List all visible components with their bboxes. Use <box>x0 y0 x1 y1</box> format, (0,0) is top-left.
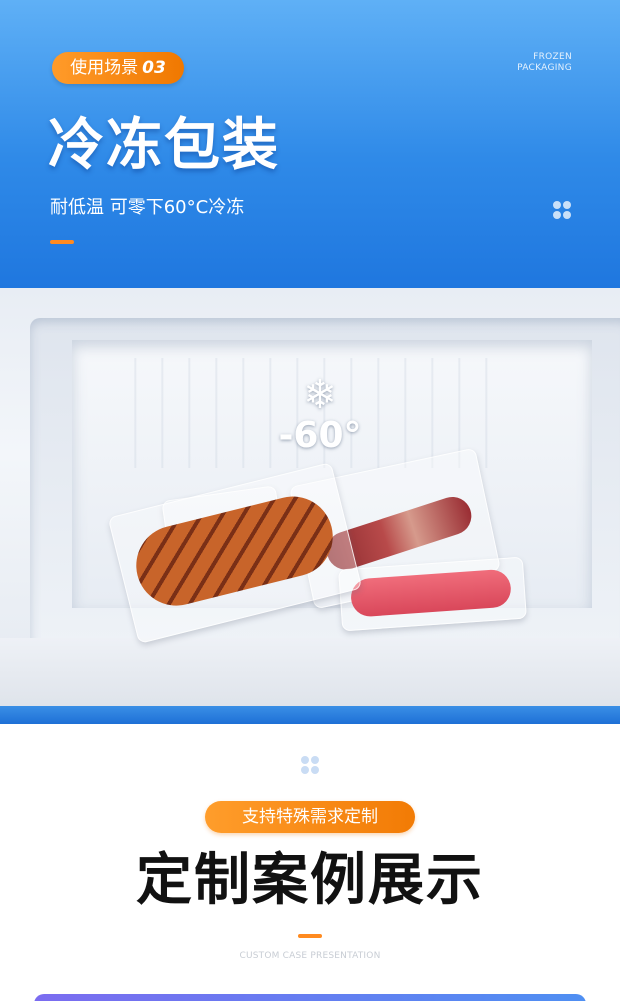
raw-meat-slice <box>349 568 513 618</box>
hero-title: 冷冻包装 <box>48 112 280 180</box>
scene-badge-number: 03 <box>142 58 166 78</box>
scene-badge: 使用场景 03 <box>52 52 184 84</box>
clover-icon <box>301 756 319 774</box>
hero-english-line-1: FROZEN <box>533 52 572 62</box>
hero-subtitle: 耐低温 可零下60°C冷冻 <box>50 197 245 218</box>
hero-english-line-2: PACKAGING <box>517 63 572 73</box>
temperature-label: -60° <box>278 415 362 456</box>
hero-accent-dash <box>50 240 74 244</box>
food-bag-raw-meat <box>338 556 527 632</box>
custom-accent-dash <box>298 934 322 938</box>
custom-badge: 支持特殊需求定制 <box>205 801 415 833</box>
hero-english-caption: FROZEN PACKAGING <box>492 52 572 74</box>
scene-badge-label: 使用场景 <box>70 58 139 78</box>
freezer-door-ledge <box>0 638 620 706</box>
clover-icon <box>553 201 571 219</box>
custom-english-subtitle: CUSTOM CASE PRESENTATION <box>239 951 381 961</box>
hero-title-light: 包装 <box>164 113 280 178</box>
snowflake-icon: ❄ <box>303 372 337 418</box>
hero-banner: 使用场景 03 FROZEN PACKAGING 冷冻包装 耐低温 可零下60°C… <box>0 0 620 288</box>
photo-bottom-band <box>0 706 620 724</box>
freezer-photo: ❄ -60° <box>0 288 620 706</box>
grilled-meat <box>127 488 342 615</box>
next-card-edge <box>34 994 586 1001</box>
custom-section-title: 定制案例展示 <box>136 848 484 913</box>
temperature-indicator: ❄ -60° <box>270 374 370 456</box>
hero-title-bold: 冷冻 <box>48 113 164 178</box>
